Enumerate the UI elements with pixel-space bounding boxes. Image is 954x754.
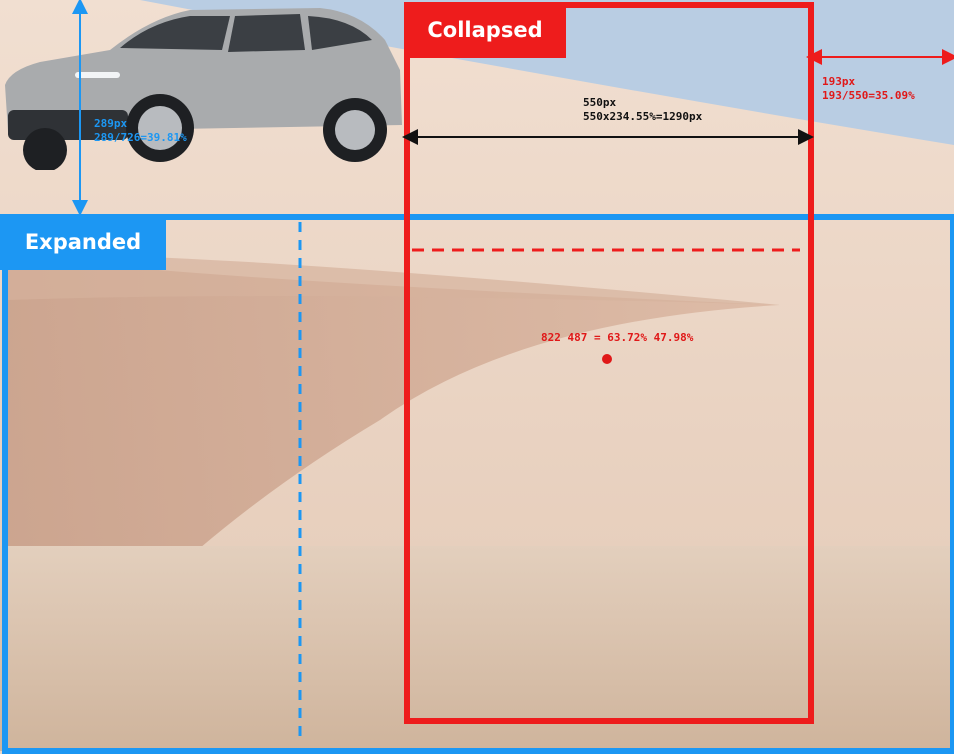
measurement-guides bbox=[72, 0, 954, 740]
width-px-label: 550px bbox=[583, 96, 617, 109]
top-offset-ratio-label: 289/726=39.81% bbox=[94, 131, 187, 144]
top-offset-px-label: 289px bbox=[94, 117, 128, 130]
focal-point-dot bbox=[602, 354, 612, 364]
right-offset-ratio-label: 193/550=35.09% bbox=[822, 89, 915, 102]
width-scaled-label: 550x234.55%=1290px bbox=[583, 110, 703, 123]
focal-point-label: 822 487 = 63.72% 47.98% bbox=[541, 331, 694, 344]
right-offset-px-label: 193px bbox=[822, 75, 856, 88]
